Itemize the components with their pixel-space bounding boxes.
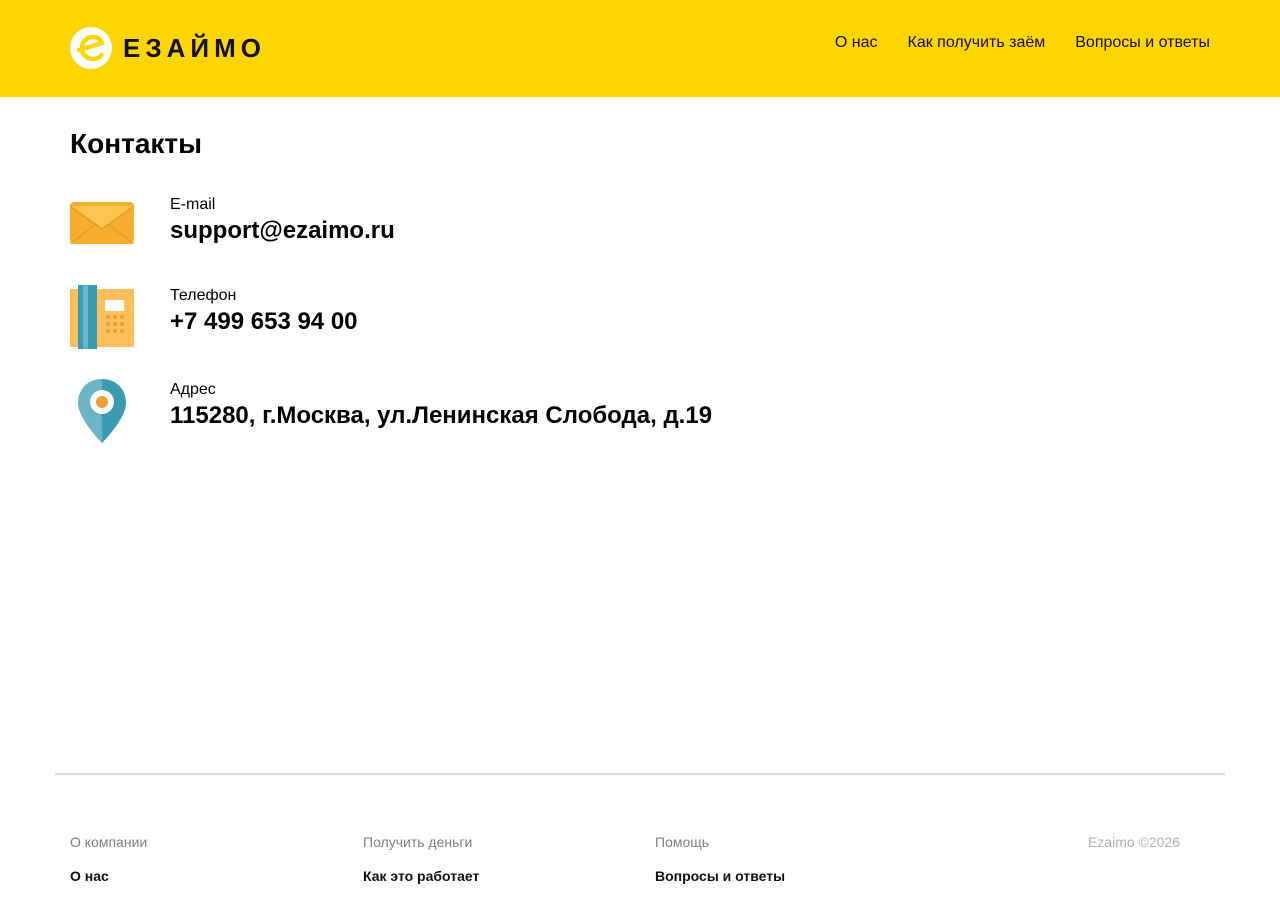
- footer-heading: О компании: [70, 834, 148, 850]
- footer-heading: Получить деньги: [363, 834, 473, 850]
- footer-heading: Помощь: [655, 834, 710, 850]
- footer-column-help: Помощь Вопросы и ответы: [655, 834, 785, 884]
- contact-label: E-mail: [170, 196, 216, 213]
- nav-link-faq[interactable]: Вопросы и ответы: [1075, 34, 1210, 52]
- contact-address: Адрес 115280, г.Москва, ул.Ленинская Сло…: [70, 379, 870, 443]
- footer-divider: [55, 773, 1225, 775]
- map-pin-icon: [78, 379, 126, 443]
- site-header: ЕЗАЙМО О нас Как получить заём Вопросы и…: [0, 0, 1280, 97]
- contact-label: Телефон: [170, 287, 237, 304]
- footer-column-company: О компании О нас: [70, 834, 147, 884]
- copyright: Ezaimo ©2026: [1087, 834, 1180, 850]
- phone-icon: [70, 285, 134, 349]
- nav-link-how-to-get-loan[interactable]: Как получить заём: [908, 34, 1046, 52]
- nav-link-about[interactable]: О нас: [835, 34, 878, 52]
- logo-link[interactable]: ЕЗАЙМО: [70, 27, 266, 69]
- page-title: Контакты: [70, 128, 203, 159]
- footer-column-get-money: Получить деньги Как это работает: [363, 834, 479, 884]
- phone-link[interactable]: +7 499 653 94 00: [170, 308, 358, 336]
- logo-text: ЕЗАЙМО: [123, 33, 266, 63]
- envelope-icon: [70, 202, 134, 245]
- email-link[interactable]: support@ezaimo.ru: [170, 217, 395, 245]
- address-value: 115280, г.Москва, ул.Ленинская Слобода, …: [170, 402, 713, 429]
- contact-email: E-mail support@ezaimo.ru: [70, 194, 870, 258]
- contact-label: Адрес: [170, 381, 216, 398]
- footer-link-how-it-works[interactable]: Как это работает: [363, 868, 479, 884]
- footer-link-faq[interactable]: Вопросы и ответы: [655, 868, 785, 884]
- contact-phone: Телефон +7 499 653 94 00: [70, 285, 870, 349]
- footer-link-about[interactable]: О нас: [70, 868, 147, 884]
- logo-e-icon: [70, 27, 112, 69]
- main-nav: О нас Как получить заём Вопросы и ответы: [835, 34, 1210, 52]
